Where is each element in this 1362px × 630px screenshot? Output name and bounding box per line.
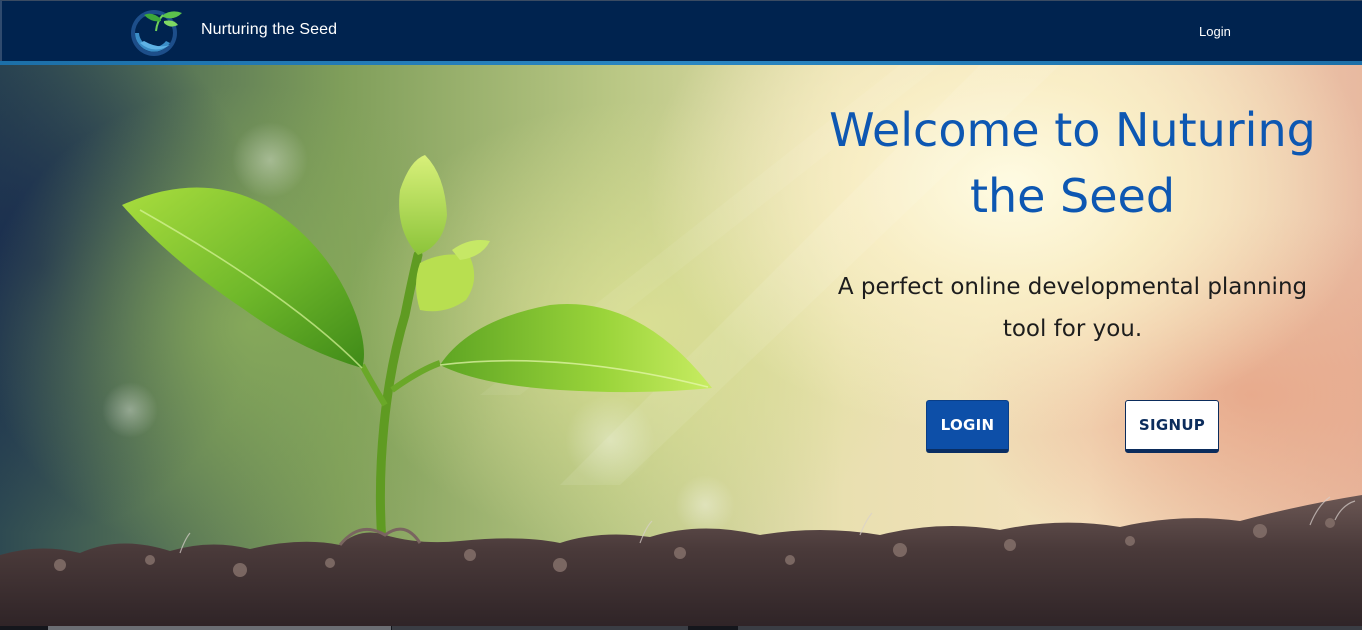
brand-name-link[interactable]: Nurturing the Seed [201, 21, 337, 39]
top-navbar: Nurturing the Seed Login [0, 0, 1362, 61]
seedling-hands-logo-icon[interactable] [130, 5, 186, 59]
nav-login-link[interactable]: Login [1199, 24, 1231, 39]
hero-section: Welcome to Nuturing the Seed A perfect o… [0, 65, 1362, 630]
hero-subtitle: A perfect online developmental planning … [837, 274, 1308, 342]
login-button[interactable]: LOGIN [926, 400, 1009, 453]
bottom-scrollbar-strip [0, 626, 1362, 630]
signup-button[interactable]: SIGNUP [1125, 400, 1219, 453]
hero-title: Welcome to Nuturing the Seed [829, 103, 1316, 223]
